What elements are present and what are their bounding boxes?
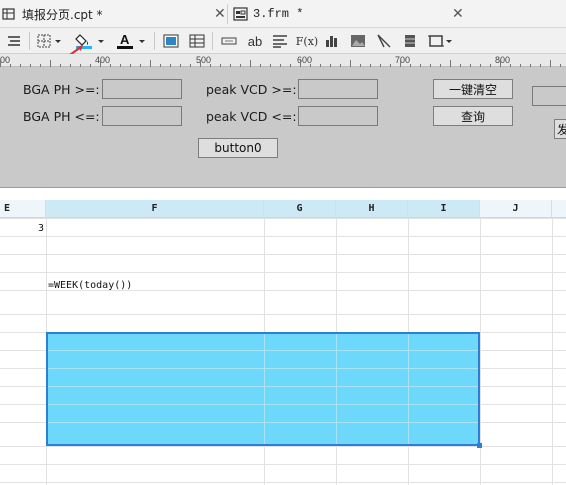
column-header-e[interactable]: E [0,200,46,218]
ruler-tick [150,60,151,67]
tab-form[interactable]: 3.frm * [233,0,303,28]
ruler-tick [450,60,451,67]
column-header-i[interactable]: I [408,200,480,218]
bga-ph-max-input[interactable] [102,106,182,126]
ruler-tick [550,60,551,67]
form-file-icon [233,7,248,21]
cell-f-formula[interactable]: =WEEK(today()) [48,280,132,291]
ruler [0,54,566,67]
chart-icon[interactable] [322,31,342,51]
ruler-tick [0,60,1,67]
tab-form-label: 3.frm * [253,7,304,21]
ruler-tick [350,60,351,67]
row-line [0,272,566,273]
bga-ph-max-label: BGA PH <=: [23,109,100,124]
ruler-mark: 700 [395,55,411,65]
toolbar-divider [154,32,155,50]
close-icon[interactable]: ✕ [452,5,464,22]
font-color-icon[interactable]: A [113,31,149,51]
row-line [0,482,566,483]
ruler-tick [100,60,101,67]
ruler-mark: 500 [196,55,212,65]
font-color-label: A [120,32,130,47]
send-button[interactable]: 发 [554,119,566,139]
selection-row-line [48,404,478,405]
align-icon[interactable] [4,31,24,51]
ruler-mark: 800 [495,55,511,65]
extra-input[interactable] [532,86,566,106]
formula-icon[interactable]: F(x) [296,31,318,51]
selection-row-line [48,368,478,369]
ruler-mark: 400 [95,55,111,65]
clear-all-button[interactable]: 一键清空 [433,79,513,99]
toolbar-divider [212,32,213,50]
peak-vcd-max-label: peak VCD <=: [206,109,297,124]
column-header-f[interactable]: F [46,200,264,218]
peak-vcd-max-input[interactable] [298,106,378,126]
column-header-g[interactable]: G [264,200,336,218]
peak-vcd-min-input[interactable] [298,79,378,99]
ruler-tick [300,60,301,67]
ruler-tick [200,60,201,67]
selection-row-line [48,422,478,423]
bga-ph-min-label: BGA PH >=: [23,82,100,97]
row-line [0,464,566,465]
column-header-k[interactable] [552,200,566,218]
tab-report-label: 填报分页.cpt * [22,7,103,22]
row-line [0,254,566,255]
selection-column-line [408,334,409,444]
grid-icon[interactable] [187,31,207,51]
selection-column-line [264,334,265,444]
column-header-h[interactable]: H [336,200,408,218]
peak-vcd-min-label: peak VCD >=: [206,82,297,97]
ruler-tick [250,60,251,67]
selection-row-line [48,386,478,387]
table-file-icon [2,7,16,21]
tab-divider [227,4,228,24]
close-icon[interactable]: ✕ [214,5,226,22]
button0[interactable]: button0 [198,138,278,158]
column-header-j[interactable]: J [480,200,552,218]
column-icon[interactable] [400,31,420,51]
selection-column-line [336,334,337,444]
ruler-tick [50,60,51,67]
ruler-mark: 00 [0,55,11,65]
row-line [0,236,566,237]
slash-icon[interactable] [374,31,394,51]
picture-icon[interactable] [348,31,368,51]
cell-e-value[interactable]: 3 [38,223,44,234]
text-icon[interactable]: ab [244,31,266,51]
toolbar-divider [29,32,30,50]
frame-icon[interactable] [426,31,454,51]
ruler-tick [400,60,401,67]
row-line [0,218,566,219]
ruler-tick [500,60,501,67]
cell-icon[interactable] [219,31,239,51]
image-icon[interactable] [161,31,181,51]
row-line [0,314,566,315]
selection-row-line [48,350,478,351]
column-line [552,218,553,485]
paragraph-icon[interactable] [270,31,290,51]
query-button[interactable]: 查询 [433,106,513,126]
divider-gap [0,188,566,200]
bga-ph-min-input[interactable] [102,79,182,99]
border-icon[interactable] [35,31,65,51]
fill-handle[interactable] [477,443,482,448]
tab-report[interactable]: 填报分页.cpt * [2,0,103,28]
